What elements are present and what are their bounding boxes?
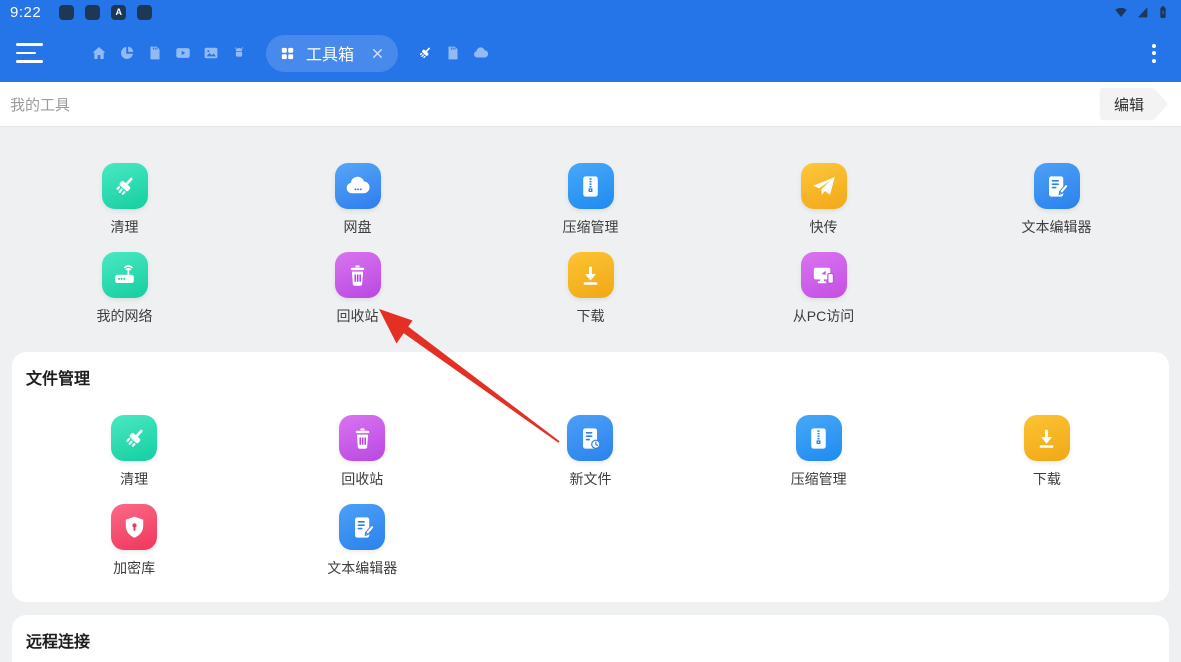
home-icon[interactable] (90, 44, 108, 62)
tool-label: 回收站 (341, 469, 383, 489)
trash-icon (339, 415, 385, 461)
tool-item[interactable]: 回收站 (248, 415, 476, 489)
tool-item[interactable]: 新文件 (476, 415, 704, 489)
new-file-icon (567, 415, 613, 461)
tool-item[interactable]: 下载 (933, 415, 1161, 489)
clock: 9:22 (10, 4, 41, 21)
download-icon (1024, 415, 1070, 461)
tool-item[interactable]: 下载 (474, 252, 707, 326)
tool-label: 加密库 (113, 558, 155, 578)
edit-button[interactable]: 编辑 (1101, 89, 1167, 119)
subheader: 我的工具 编辑 (0, 82, 1181, 127)
tool-item[interactable]: 加密库 (20, 504, 248, 578)
android-icon[interactable] (230, 44, 248, 62)
tool-item[interactable]: 文本编辑器 (248, 504, 476, 578)
tool-label: 我的网络 (97, 306, 153, 326)
app-screen: 9:22 A 工具箱 我的工具 编辑 清理网盘压缩管理快传文本编辑器我的网络回收… (0, 0, 1181, 662)
tool-label: 文本编辑器 (1022, 217, 1092, 237)
shield-icon (111, 504, 157, 550)
tool-label: 压缩管理 (791, 469, 847, 489)
tool-label: 下载 (1033, 469, 1061, 489)
tab-toolbox-active[interactable]: 工具箱 (266, 35, 398, 72)
section-card: 文件管理清理 回收站 新文件 压缩管理 下载加密库 文本编辑器 (12, 352, 1169, 602)
cloud-drive-icon (335, 163, 381, 209)
tool-label: 清理 (111, 217, 139, 237)
tool-item[interactable]: 文本编辑器 (940, 163, 1173, 237)
close-icon[interactable] (370, 46, 385, 61)
app-notification-icon (85, 5, 100, 20)
tool-item[interactable]: 从PC访问 (707, 252, 940, 326)
system-status-icons (1113, 4, 1171, 20)
status-bar: 9:22 A (0, 0, 1181, 24)
hamburger-menu-icon[interactable] (16, 43, 46, 63)
router-icon (102, 252, 148, 298)
tool-label: 网盘 (344, 217, 372, 237)
broom-icon (102, 163, 148, 209)
tool-item[interactable]: 清理 (8, 163, 241, 237)
download-icon (568, 252, 614, 298)
pc-access-icon (801, 252, 847, 298)
battery-icon (1155, 4, 1171, 20)
tool-label: 下载 (577, 306, 605, 326)
wifi-icon (1113, 4, 1129, 20)
archive-icon (796, 415, 842, 461)
signal-icon (1134, 4, 1150, 20)
page-title: 我的工具 (10, 94, 70, 115)
tool-label: 文本编辑器 (327, 558, 397, 578)
tool-label: 新文件 (569, 469, 611, 489)
pie-chart-icon[interactable] (118, 44, 136, 62)
video-icon[interactable] (174, 44, 192, 62)
cloud-icon[interactable] (472, 44, 490, 62)
tool-label: 压缩管理 (563, 217, 619, 237)
sdcard-icon[interactable] (146, 44, 164, 62)
tool-item[interactable]: 我的网络 (8, 252, 241, 326)
image-icon[interactable] (202, 44, 220, 62)
overflow-menu-icon[interactable] (1143, 41, 1165, 65)
paper-plane-icon (801, 163, 847, 209)
tab-strip: 工具箱 (90, 35, 490, 72)
section-title: 远程连接 (12, 632, 1169, 654)
notification-icons: A (59, 5, 152, 20)
grid-icon (279, 45, 296, 62)
app-notification-icon (137, 5, 152, 20)
tool-item[interactable]: 网盘 (241, 163, 474, 237)
tool-label: 快传 (810, 217, 838, 237)
tool-item[interactable]: 压缩管理 (705, 415, 933, 489)
my-tools-grid: 清理 网盘 压缩管理 快传 文本编辑器我的网络 回收站 下载 从PC访问 (0, 163, 1181, 326)
sdcard-icon[interactable] (444, 44, 462, 62)
broom-icon[interactable] (416, 44, 434, 62)
section-cards: 文件管理清理 回收站 新文件 压缩管理 下载加密库 文本编辑器远程连接 (0, 352, 1181, 662)
broom-icon (111, 415, 157, 461)
section-title: 文件管理 (12, 369, 1169, 391)
tool-item[interactable]: 清理 (20, 415, 248, 489)
tool-label: 从PC访问 (793, 306, 854, 326)
tab-toolbox-label: 工具箱 (306, 41, 354, 65)
app-notification-icon (59, 5, 74, 20)
tool-item[interactable]: 快传 (707, 163, 940, 237)
tool-item[interactable]: 回收站 (241, 252, 474, 326)
trash-icon (335, 252, 381, 298)
section-tools-grid: 清理 回收站 新文件 压缩管理 下载加密库 文本编辑器 (12, 415, 1169, 578)
tool-label: 回收站 (337, 306, 379, 326)
app-header: 工具箱 (0, 24, 1181, 82)
archive-icon (568, 163, 614, 209)
letter-a-notification-icon: A (111, 5, 126, 20)
text-editor-icon (1034, 163, 1080, 209)
text-editor-icon (339, 504, 385, 550)
tool-label: 清理 (120, 469, 148, 489)
section-card: 远程连接 (12, 615, 1169, 662)
tool-item[interactable]: 压缩管理 (474, 163, 707, 237)
